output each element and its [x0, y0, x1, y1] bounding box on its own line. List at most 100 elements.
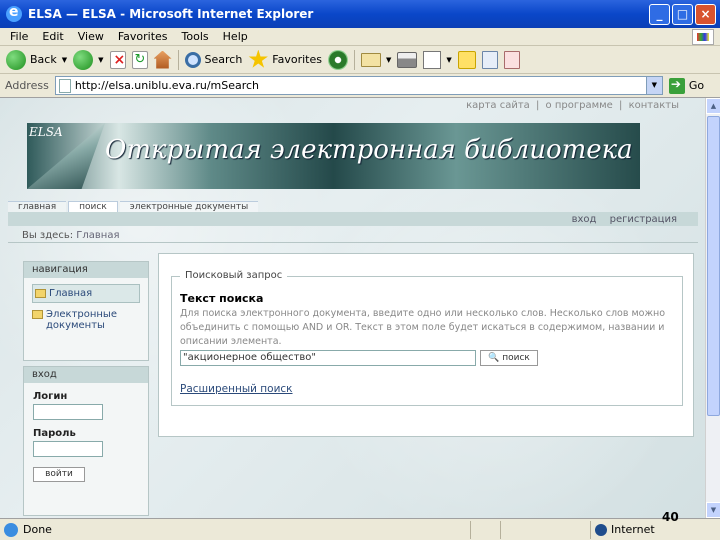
site-tabs: главная поиск электронные документы	[8, 201, 260, 212]
maximize-button[interactable]: □	[672, 4, 693, 25]
nav-item-home[interactable]: Главная	[32, 284, 140, 303]
about-link[interactable]: о программе	[546, 100, 613, 111]
favorites-star-icon	[248, 49, 268, 68]
search-description: Для поиска электронного документа, введи…	[180, 308, 666, 347]
top-links-separator: |	[619, 100, 623, 111]
mail-dropdown-icon[interactable]: ▼	[386, 56, 391, 64]
scroll-down-icon[interactable]: ▼	[706, 502, 720, 518]
status-text: Done	[23, 523, 52, 536]
favorites-button[interactable]: Favorites	[248, 49, 322, 70]
go-label: Go	[688, 79, 705, 92]
close-button[interactable]: ×	[695, 4, 716, 25]
contacts-link[interactable]: контакты	[629, 100, 679, 111]
refresh-icon	[131, 50, 148, 69]
media-icon	[328, 49, 348, 70]
back-arrow-icon	[6, 49, 26, 70]
research-button[interactable]	[481, 50, 498, 69]
menu-file[interactable]: File	[10, 30, 28, 43]
security-zone: Internet	[595, 523, 655, 536]
login-label: Логин	[33, 391, 68, 402]
internet-explorer-icon	[6, 4, 22, 22]
search-fieldset: Поисковый запрос Текст поиска Для поиска…	[171, 270, 683, 406]
print-button[interactable]	[397, 51, 418, 68]
tab-home[interactable]: главная	[8, 201, 67, 212]
mail-button[interactable]: ▼	[361, 52, 391, 67]
toolbar-separator	[354, 49, 355, 70]
menu-help[interactable]: Help	[223, 30, 248, 43]
go-arrow-icon	[668, 77, 685, 94]
password-label: Пароль	[33, 428, 76, 439]
scroll-thumb[interactable]	[707, 116, 720, 416]
magnifier-icon: 🔍	[488, 353, 500, 363]
login-link[interactable]: вход	[572, 214, 597, 225]
home-button[interactable]	[153, 50, 172, 69]
search-query-input[interactable]: "акционерное общество"	[180, 350, 476, 366]
login-field[interactable]	[33, 404, 103, 420]
status-separator	[590, 521, 591, 539]
login-panel: вход Логин Пароль войти	[23, 366, 149, 516]
search-text-title: Текст поиска	[180, 292, 264, 305]
search-button[interactable]: Search	[184, 51, 243, 68]
title-bar: ELSA — ELSA - Microsoft Internet Explore…	[0, 0, 720, 28]
search-panel: Поисковый запрос Текст поиска Для поиска…	[158, 253, 694, 437]
globe-icon	[595, 523, 607, 536]
site-logo-banner: ELSA Открытая электронная библиотека	[27, 123, 640, 189]
vertical-scrollbar[interactable]: ▲ ▼	[705, 98, 720, 518]
breadcrumb-current[interactable]: Главная	[76, 230, 119, 241]
nav-item-documents[interactable]: Электронные документы	[32, 309, 140, 331]
forward-button[interactable]: ▼	[73, 49, 104, 70]
back-button[interactable]: Back ▼	[6, 49, 67, 70]
nav-item-label: Электронные документы	[46, 309, 117, 331]
menu-favorites[interactable]: Favorites	[118, 30, 168, 43]
forward-dropdown-icon[interactable]: ▼	[98, 56, 103, 64]
sitemap-link[interactable]: карта сайта	[466, 100, 530, 111]
divider	[8, 242, 698, 243]
menu-edit[interactable]: Edit	[42, 30, 63, 43]
password-field[interactable]	[33, 441, 103, 457]
stop-button[interactable]	[109, 50, 126, 69]
back-dropdown-icon[interactable]: ▼	[62, 56, 67, 64]
address-input[interactable]: http://elsa.uniblu.eva.ru/mSearch ▼	[54, 76, 663, 95]
page-done-icon	[4, 522, 18, 537]
note-button[interactable]	[457, 50, 476, 69]
page-icon	[58, 78, 71, 93]
top-links-separator: |	[535, 100, 540, 111]
status-separator	[500, 521, 501, 539]
address-label: Address	[5, 79, 49, 92]
logo-small-text: ELSA	[29, 125, 63, 139]
media-button[interactable]	[328, 49, 348, 70]
search-label: Search	[204, 53, 243, 66]
menu-tools[interactable]: Tools	[182, 30, 209, 43]
search-icon	[184, 51, 201, 68]
menu-view[interactable]: View	[78, 30, 104, 43]
edit-dropdown-icon[interactable]: ▼	[446, 56, 451, 64]
folder-icon	[32, 310, 43, 319]
tab-search[interactable]: поиск	[68, 201, 118, 212]
zone-label: Internet	[611, 523, 655, 536]
edit-icon	[423, 50, 442, 69]
minimize-button[interactable]: _	[649, 4, 670, 25]
top-links: карта сайта | о программе | контакты	[463, 100, 679, 111]
refresh-button[interactable]	[131, 50, 148, 69]
tab-documents[interactable]: электронные документы	[119, 201, 259, 212]
register-link[interactable]: регистрация	[610, 214, 677, 225]
mail-icon	[361, 52, 381, 67]
login-button[interactable]: войти	[33, 467, 85, 482]
messenger-button[interactable]	[503, 50, 520, 69]
advanced-search-link[interactable]: Расширенный поиск	[180, 383, 293, 395]
navigation-panel: навигация Главная Электронные документы	[23, 261, 149, 361]
messenger-icon	[503, 50, 520, 69]
menu-bar: File Edit View Favorites Tools Help	[0, 28, 720, 46]
scroll-up-icon[interactable]: ▲	[706, 98, 720, 114]
stop-icon	[109, 50, 126, 69]
address-dropdown-icon[interactable]: ▼	[645, 77, 662, 94]
search-submit-button[interactable]: 🔍 поиск	[480, 350, 538, 366]
toolbar: Back ▼ ▼ Search Favorites ▼ ▼	[0, 46, 720, 74]
status-separator	[470, 521, 471, 539]
go-button[interactable]: Go	[668, 77, 705, 94]
forward-arrow-icon	[73, 49, 94, 70]
edit-button[interactable]: ▼	[423, 50, 452, 69]
note-icon	[457, 50, 476, 69]
window-title: ELSA — ELSA - Microsoft Internet Explore…	[28, 7, 314, 21]
home-folder-icon	[35, 289, 46, 298]
